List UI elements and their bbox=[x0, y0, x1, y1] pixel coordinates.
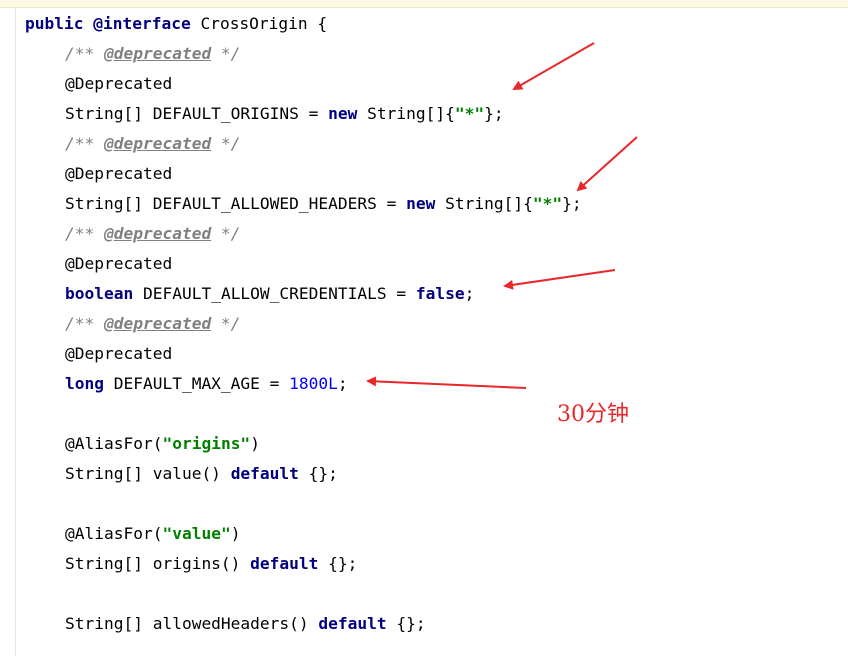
arrow-to-default-allowed-headers bbox=[576, 136, 638, 192]
annotation-arrows bbox=[366, 42, 638, 389]
annotation-note: 30分钟 bbox=[557, 402, 629, 427]
arrow-to-default-origins bbox=[512, 42, 595, 90]
arrow-to-default-allow-credentials bbox=[503, 269, 616, 290]
arrow-to-default-max-age bbox=[366, 376, 527, 389]
